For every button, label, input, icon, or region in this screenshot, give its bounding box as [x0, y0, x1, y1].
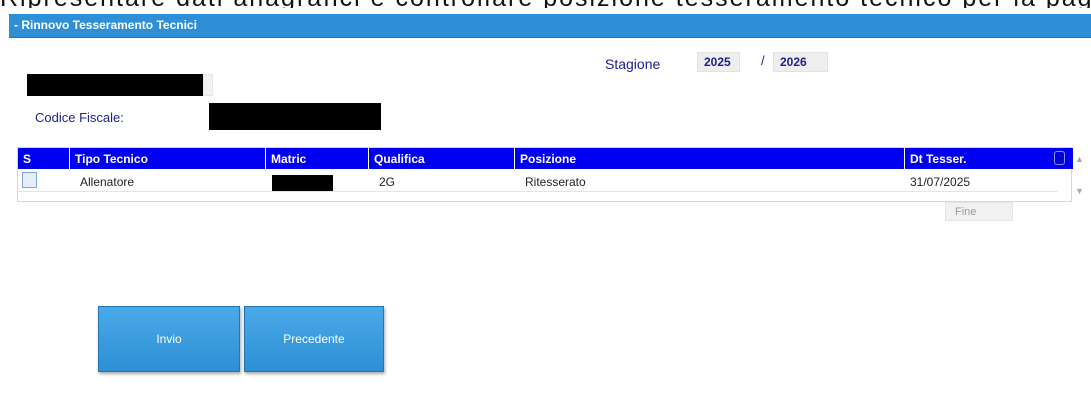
cell-posizione: Ritesserato — [525, 175, 586, 189]
column-header-tipo-tecnico[interactable]: Tipo Tecnico — [70, 148, 266, 169]
redacted-name — [27, 74, 203, 96]
row-select-checkbox[interactable] — [22, 172, 37, 188]
scroll-up-arrow-icon[interactable]: ▲ — [1075, 154, 1084, 164]
table-row[interactable]: Allenatore 2G Ritesserato 31/07/2025 — [18, 170, 1058, 192]
window-title: - Rinnovo Tesseramento Tecnici — [14, 18, 197, 32]
window-title-bar: - Rinnovo Tesseramento Tecnici — [9, 14, 1091, 38]
cell-qualifica: 2G — [379, 175, 396, 189]
column-header-posizione[interactable]: Posizione — [515, 148, 905, 169]
scroll-down-arrow-icon[interactable]: ▼ — [1075, 186, 1084, 196]
cell-tipo-tecnico: Allenatore — [80, 175, 135, 189]
clipped-top-text: Ripresentare dati anagrafici e controlla… — [0, 0, 1091, 8]
redacted-codice-fiscale — [209, 103, 381, 130]
fine-button[interactable]: Fine — [945, 202, 1013, 221]
technicians-table: S Tipo Tecnico Matric Qualifica Posizion… — [17, 147, 1088, 203]
cell-dt-tesser: 31/07/2025 — [910, 175, 971, 189]
column-header-matric[interactable]: Matric — [266, 148, 369, 169]
clipped-top-text-content: Ripresentare dati anagrafici e controlla… — [0, 0, 1091, 8]
table-scrollbar[interactable]: ▲ ▼ — [1073, 148, 1088, 203]
invio-button[interactable]: Invio — [98, 306, 240, 372]
name-field-edge — [203, 74, 213, 96]
column-header-s[interactable]: S — [18, 148, 70, 169]
codice-fiscale-label: Codice Fiscale: — [35, 110, 124, 125]
season-from-field[interactable]: 2025 — [697, 52, 740, 72]
season-separator: / — [761, 53, 765, 68]
table-header: S Tipo Tecnico Matric Qualifica Posizion… — [18, 148, 1073, 169]
column-header-qualifica[interactable]: Qualifica — [369, 148, 515, 169]
column-header-dt-tesser[interactable]: Dt Tesser. — [905, 148, 1073, 169]
redacted-matric — [272, 175, 333, 191]
season-to-field[interactable]: 2026 — [773, 52, 828, 72]
season-label: Stagione — [605, 56, 661, 72]
column-menu-icon[interactable] — [1054, 151, 1065, 165]
precedente-button[interactable]: Precedente — [244, 306, 384, 372]
page: Ripresentare dati anagrafici e controlla… — [0, 0, 1091, 418]
